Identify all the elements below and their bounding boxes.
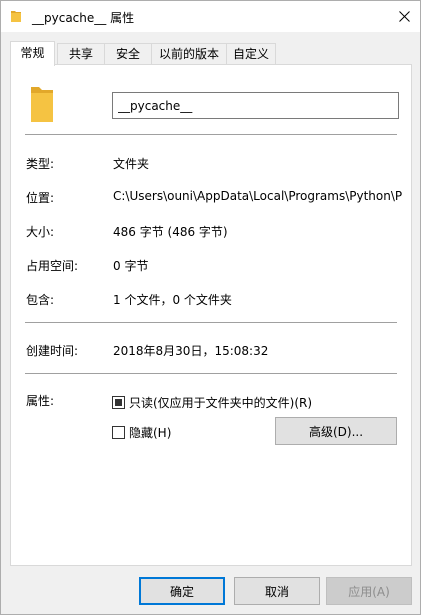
window-title: __pycache__ 属性 xyxy=(32,11,135,25)
created-label: 创建时间: xyxy=(26,344,79,358)
close-button[interactable] xyxy=(388,1,420,32)
folder-icon xyxy=(11,11,21,22)
general-panel: 类型: 文件夹 位置: C:\Users\ouni\AppData\Local\… xyxy=(10,64,412,566)
close-icon xyxy=(398,11,410,22)
type-label: 类型: xyxy=(26,157,55,171)
disk-size-label: 占用空间: xyxy=(26,259,79,273)
folder-name-input[interactable] xyxy=(112,92,399,119)
readonly-checkbox[interactable] xyxy=(112,395,125,409)
separator xyxy=(25,134,397,135)
hidden-checkbox[interactable] xyxy=(112,425,125,439)
created-value: 2018年8月30日，15:08:32 xyxy=(113,344,269,358)
contains-label: 包含: xyxy=(26,293,55,307)
tab-sharing[interactable]: 共享 xyxy=(57,43,105,64)
advanced-button[interactable]: 高级(D)... xyxy=(275,417,397,445)
hidden-label: 隐藏(H) xyxy=(129,425,172,440)
size-label: 大小: xyxy=(26,225,55,239)
contains-value: 1 个文件，0 个文件夹 xyxy=(113,293,232,307)
tab-customize[interactable]: 自定义 xyxy=(226,43,276,64)
cancel-button[interactable]: 取消 xyxy=(234,577,320,605)
separator xyxy=(25,322,397,323)
properties-dialog: __pycache__ 属性 常规 共享 安全 以前的版本 自定义 类型: 文件… xyxy=(0,0,421,615)
hidden-checkbox-row[interactable]: 隐藏(H) xyxy=(112,424,171,440)
apply-button: 应用(A) xyxy=(326,577,412,605)
tab-previous-versions[interactable]: 以前的版本 xyxy=(151,43,227,64)
readonly-checkbox-row[interactable]: 只读(仅应用于文件夹中的文件)(R) xyxy=(112,394,312,410)
size-value: 486 字节 (486 字节) xyxy=(113,225,228,239)
tab-general[interactable]: 常规 xyxy=(10,41,55,66)
location-value: C:\Users\ouni\AppData\Local\Programs\Pyt… xyxy=(113,189,403,203)
attributes-label: 属性: xyxy=(26,394,55,408)
type-value: 文件夹 xyxy=(113,157,150,171)
ok-button[interactable]: 确定 xyxy=(139,577,225,605)
tab-security[interactable]: 安全 xyxy=(104,43,152,64)
location-label: 位置: xyxy=(26,191,55,205)
folder-icon xyxy=(31,87,53,122)
readonly-label: 只读(仅应用于文件夹中的文件)(R) xyxy=(129,395,313,410)
disk-size-value: 0 字节 xyxy=(113,259,149,273)
separator xyxy=(25,373,397,374)
title-bar[interactable]: __pycache__ 属性 xyxy=(1,1,420,32)
